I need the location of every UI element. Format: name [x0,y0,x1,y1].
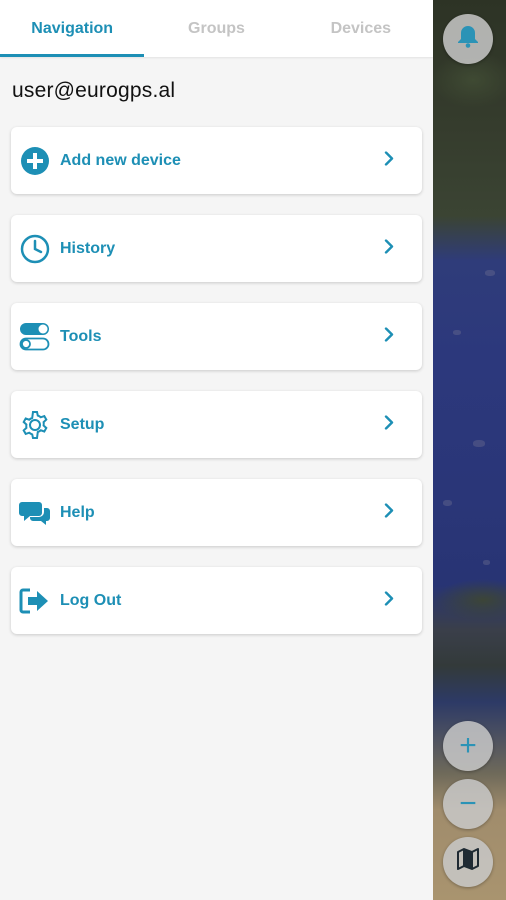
chat-bubbles-icon [19,497,51,529]
menu-list: Add new device History Tools Setup Help … [11,127,422,655]
plus-icon: + [459,729,477,762]
map-island [473,440,485,447]
map-icon [456,847,480,877]
zoom-out-button[interactable]: − [443,779,493,829]
gear-icon [19,409,51,441]
minus-icon: − [459,787,477,820]
map-layers-button[interactable] [443,837,493,887]
tab-groups[interactable]: Groups [144,0,288,57]
menu-item-label: Log Out [60,591,122,609]
tab-devices[interactable]: Devices [289,0,433,57]
menu-item-logout[interactable]: Log Out [11,567,422,634]
menu-item-help[interactable]: Help [11,479,422,546]
menu-item-setup[interactable]: Setup [11,391,422,458]
zoom-in-button[interactable]: + [443,721,493,771]
menu-item-label: Tools [60,327,102,345]
map-island [443,500,452,506]
menu-item-add-device[interactable]: Add new device [11,127,422,194]
toggle-icon [19,321,51,353]
map-island [485,270,495,276]
tab-bar: Navigation Groups Devices [0,0,433,57]
menu-item-history[interactable]: History [11,215,422,282]
active-tab-indicator [0,54,144,57]
map-island [453,330,461,335]
menu-item-label: Add new device [60,151,181,169]
map-island [483,560,490,565]
menu-item-label: History [60,239,116,257]
plus-circle-icon [19,145,51,177]
chevron-right-icon [384,502,394,522]
navigation-drawer: Navigation Groups Devices user@eurogps.a… [0,0,433,900]
menu-item-label: Setup [60,415,105,433]
chevron-right-icon [384,238,394,258]
notifications-button[interactable] [443,14,493,64]
chevron-right-icon [384,590,394,610]
logout-icon [19,585,51,617]
chevron-right-icon [384,326,394,346]
bell-icon [457,24,479,54]
tab-navigation[interactable]: Navigation [0,0,144,57]
chevron-right-icon [384,150,394,170]
chevron-right-icon [384,414,394,434]
menu-item-tools[interactable]: Tools [11,303,422,370]
user-email: user@eurogps.al [12,79,176,102]
clock-icon [19,233,51,265]
menu-item-label: Help [60,503,95,521]
